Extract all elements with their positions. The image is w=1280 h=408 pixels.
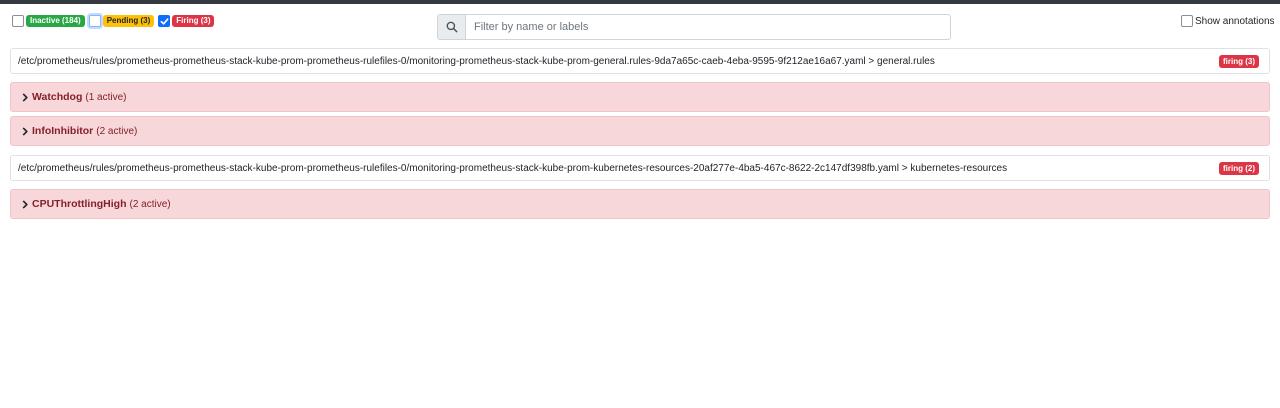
alert-rule-name[interactable]: InfoInhibitor [32, 125, 93, 137]
top-navbar-edge [0, 0, 1280, 4]
chevron-right-icon[interactable] [21, 92, 29, 102]
alert-rule-row[interactable]: InfoInhibitor (2 active) [10, 116, 1270, 146]
show-annotations-checkbox[interactable] [1181, 15, 1193, 27]
alert-rule-name[interactable]: CPUThrottlingHigh [32, 198, 126, 210]
inactive-badge[interactable]: Inactive (184) [26, 15, 85, 27]
inactive-checkbox[interactable] [12, 15, 24, 27]
rule-group-header: /etc/prometheus/rules/prometheus-prometh… [10, 48, 1270, 74]
alert-rule-row[interactable]: CPUThrottlingHigh (2 active) [10, 189, 1270, 219]
rule-group-header: /etc/prometheus/rules/prometheus-prometh… [10, 155, 1270, 181]
firing-badge[interactable]: Firing (3) [172, 15, 215, 27]
pending-checkbox[interactable] [88, 15, 101, 27]
search-button[interactable] [438, 15, 466, 39]
alert-active-count: (1 active) [85, 91, 127, 103]
firing-checkbox[interactable] [158, 15, 171, 27]
alert-rule-row[interactable]: Watchdog (1 active) [10, 82, 1270, 112]
group-firing-badge: firing (2) [1219, 161, 1259, 175]
search-box [437, 14, 951, 40]
alert-active-count: (2 active) [96, 125, 138, 137]
search-input[interactable] [466, 15, 950, 39]
search-icon [446, 21, 457, 33]
group-firing-badge: firing (3) [1219, 54, 1259, 68]
show-annotations-toggle[interactable]: Show annotations [1181, 15, 1275, 27]
chevron-right-icon[interactable] [21, 199, 29, 209]
alert-rule-name[interactable]: Watchdog [32, 91, 82, 103]
alert-active-count: (2 active) [129, 198, 171, 210]
state-filters: Inactive (184) Pending (3) Firing (3) [12, 15, 215, 27]
pending-badge[interactable]: Pending (3) [102, 15, 155, 27]
rule-file-path: /etc/prometheus/rules/prometheus-prometh… [18, 162, 1008, 174]
check-icon [160, 17, 169, 25]
chevron-right-icon[interactable] [21, 126, 29, 136]
show-annotations-label[interactable]: Show annotations [1195, 16, 1275, 27]
rule-file-path: /etc/prometheus/rules/prometheus-prometh… [18, 55, 935, 67]
